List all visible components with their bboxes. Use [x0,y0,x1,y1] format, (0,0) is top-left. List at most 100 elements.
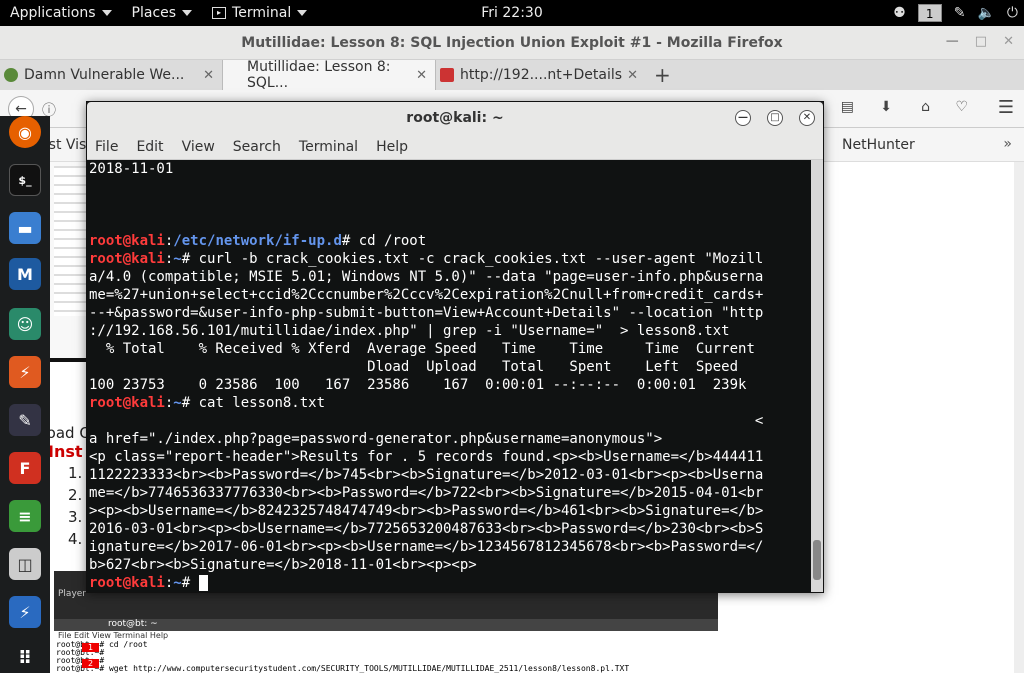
home-icon[interactable]: ⌂ [921,99,930,115]
show-apps-icon[interactable]: ⠿ [9,642,41,673]
line-text: 2016-03-01<br><p><b>Username=</b>7725653… [89,521,764,537]
bookmark-nethunter[interactable]: NetHunter [842,137,915,153]
dropper-icon[interactable]: ✎ [954,5,966,21]
close-icon[interactable]: ✕ [1003,34,1014,49]
terminal-title: root@kali: ~ [406,110,504,126]
terminal-line: root@kali:~# curl -b crack_cookies.txt -… [89,250,811,268]
terminal-line: root@kali:/etc/network/if-up.d# cd /root [89,232,811,250]
inner-terminal-body: root@bt:~# cd /root root@bt:~# root@bt:~… [54,641,718,673]
prompt-path: ~ [173,575,182,591]
burpsuite-icon[interactable]: ⚡ [9,356,41,388]
menu-edit[interactable]: Edit [136,139,163,155]
inner-line: root@bt:~# cd /root [56,640,148,649]
tab-dvwa[interactable]: Damn Vulnerable We... ✕ [0,60,222,90]
beef-icon[interactable]: ✎ [9,404,41,436]
line-text: 100 23753 0 23586 100 167 23586 167 0:00… [89,377,747,393]
terminal-line: a/4.0 (compatible; MSIE 5.01; Windows NT… [89,268,811,286]
download-icon[interactable]: ⬇ [880,99,892,115]
screenshot-icon[interactable]: ◫ [9,548,41,580]
line-text: --+&password=&user-info-php-submit-butto… [89,305,764,321]
prompt-user: root@kali [89,251,165,267]
line-text: ignature=</b>2017-06-01<br><p><b>Usernam… [89,539,764,555]
minimize-icon[interactable]: — [735,110,751,126]
system-tray: ⚉ 1 ✎ 🔈 ⏻ [893,0,1018,26]
line-text: < [89,413,764,429]
inner-menu-item: Help [149,631,169,640]
text-cursor [198,575,208,591]
recordmydesktop-icon[interactable]: ⚡ [9,596,41,628]
close-tab-icon[interactable]: ✕ [627,68,638,83]
page-text-stub [54,166,90,316]
minimize-icon[interactable]: — [946,34,959,49]
instructions-list: 1. 2. 3. 4. [68,462,82,550]
chevron-right-icon[interactable]: » [1003,136,1012,152]
tab-label: Damn Vulnerable We... [24,67,185,83]
terminal-line: ><p><b>Username=</b>8242325748474749<br>… [89,502,811,520]
reading-list-icon[interactable]: ▤ [841,99,854,115]
menu-terminal[interactable]: Terminal [299,139,358,155]
faraday-icon[interactable]: F [9,452,41,484]
people-icon[interactable]: ⚉ [893,5,906,21]
prompt-path: ~ [173,395,182,411]
prompt-path: /etc/network/if-up.d [173,233,342,249]
terminal-line: Dload Upload Total Spent Left Speed [89,358,811,376]
close-icon[interactable]: ✕ [799,110,815,126]
scroll-thumb[interactable] [813,540,821,580]
line-text: <p class="report-header">Results for . 5… [89,449,764,465]
chevron-down-icon [297,10,308,16]
terminal-window: root@kali: ~ — □ ✕ File Edit View Search… [86,101,824,593]
prompt-path: ~ [173,251,182,267]
menu-help[interactable]: Help [376,139,408,155]
menu-view[interactable]: View [182,139,215,155]
terminal-line: ://192.168.56.101/mutillidae/index.php" … [89,322,811,340]
metasploit-icon[interactable]: M [9,258,41,290]
terminal-icon[interactable]: $_ [9,164,41,196]
prompt-user: root@kali [89,233,165,249]
applications-menu[interactable]: Applications [0,0,122,26]
volume-icon[interactable]: 🔈 [977,5,994,21]
terminal-scrollbar[interactable] [811,160,823,592]
power-icon[interactable]: ⏻ [1007,5,1018,21]
close-tab-icon[interactable]: ✕ [203,68,214,83]
prompt-user: root@kali [89,575,165,591]
workspace-indicator[interactable]: 1 [917,4,942,22]
tab-mutillidae[interactable]: Mutillidae: Lesson 8: SQL... ✕ [222,59,436,91]
maximize-icon[interactable]: □ [975,34,987,49]
chevron-down-icon [182,10,193,16]
maximize-icon[interactable]: □ [767,110,783,126]
tab-details[interactable]: http://192....nt+Details ✕ [436,60,646,90]
dock: ◉ $_ ▬ M ☺ ⚡ ✎ F ≡ ◫ ⚡ ⠿ [0,116,50,673]
top-panel: Applications Places ▸ Terminal Fri 22:30 … [0,0,1024,26]
terminal-line: me=%27+union+select+ccid%2Cccnumber%2Ccc… [89,286,811,304]
pocket-icon[interactable]: ♡ [955,99,968,115]
armitage-icon[interactable]: ☺ [9,308,41,340]
menu-file[interactable]: File [95,139,118,155]
close-tab-icon[interactable]: ✕ [416,68,427,83]
terminal-line: < [89,412,811,430]
player-label: Player [58,589,87,599]
line-text: me=</b>7746536337776330<br><b>Password=<… [89,485,764,501]
inner-menu-item: Edit [73,631,90,640]
places-menu[interactable]: Places [122,0,203,26]
line-text: me=%27+union+select+ccid%2Cccnumber%2Ccc… [89,287,764,303]
terminal-app-menu[interactable]: ▸ Terminal [202,0,317,26]
firefox-titlebar: Mutillidae: Lesson 8: SQL Injection Unio… [0,26,1024,60]
hamburger-menu-icon[interactable]: ☰ [998,97,1014,118]
list-item-num: 2. [68,486,83,504]
line-text: Dload Upload Total Spent Left Speed [89,359,739,375]
terminal-line: <p class="report-header">Results for . 5… [89,448,811,466]
leafpad-icon[interactable]: ≡ [9,500,41,532]
line-text: a/4.0 (compatible; MSIE 5.01; Windows NT… [89,269,764,285]
firefox-icon[interactable]: ◉ [9,116,41,148]
places-label: Places [131,5,177,21]
terminal-app-label: Terminal [232,5,292,21]
page-scrollbar[interactable] [1014,162,1024,673]
line-text: a href="./index.php?page=password-genera… [89,431,663,447]
files-icon[interactable]: ▬ [9,212,41,244]
terminal-output[interactable]: 2018-11-01 root@kali:/etc/network/if-up.d… [87,160,811,592]
new-tab-icon[interactable]: + [654,63,671,87]
inner-terminal: root@bt: ~ File Edit View Terminal Help … [54,619,718,673]
menu-search[interactable]: Search [233,139,281,155]
